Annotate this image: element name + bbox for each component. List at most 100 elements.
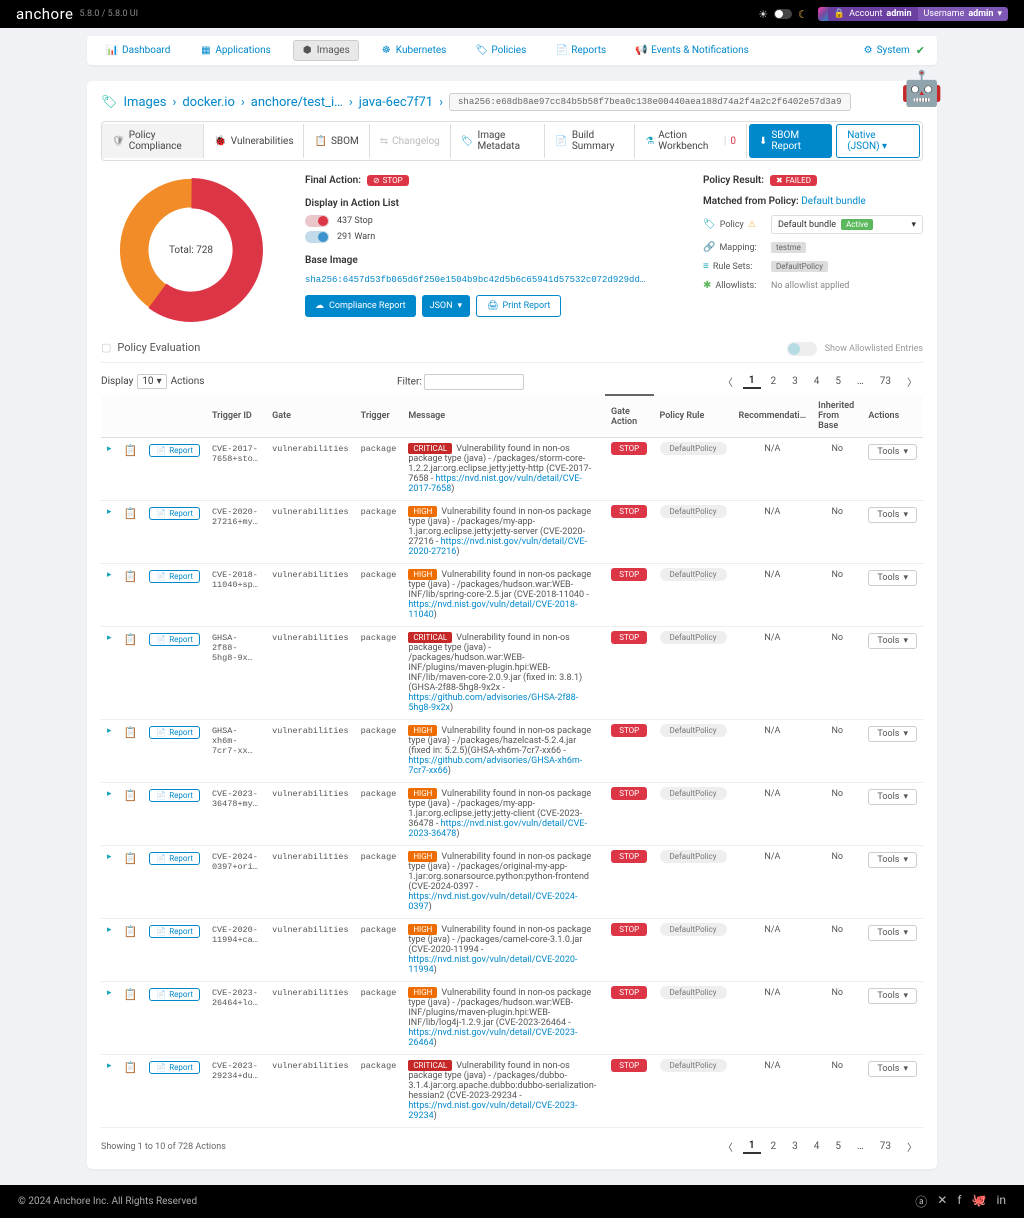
theme-switcher[interactable]: ☀ ☾ — [758, 8, 808, 21]
nav-images[interactable]: ⬢Images — [293, 40, 359, 61]
pager-page[interactable]: 1 — [743, 1139, 761, 1154]
tools-dropdown[interactable]: Tools ▾ — [868, 444, 917, 460]
row-report-button[interactable]: 📄Report — [149, 925, 200, 938]
x-icon[interactable]: ✕ — [937, 1193, 947, 1210]
col-policy-rule[interactable]: Policy Rule — [654, 395, 733, 438]
theme-toggle[interactable] — [774, 9, 792, 19]
tools-dropdown[interactable]: Tools ▾ — [868, 633, 917, 649]
nav-events[interactable]: 📢Events & Notifications — [628, 40, 757, 61]
policy-select[interactable]: Default bundleActive▾ — [771, 215, 923, 234]
tools-dropdown[interactable]: Tools ▾ — [868, 570, 917, 586]
row-report-button[interactable]: 📄Report — [149, 852, 200, 865]
pager-page[interactable]: 〉 — [901, 373, 923, 390]
pager-page[interactable]: 73 — [874, 375, 897, 388]
expand-icon[interactable]: ▸ — [107, 988, 112, 998]
cve-link[interactable]: https://github.com/advisories/GHSA-xh6m-… — [408, 756, 582, 776]
nav-applications[interactable]: ▦Applications — [192, 40, 278, 61]
expand-icon[interactable]: ▸ — [107, 507, 112, 517]
tools-dropdown[interactable]: Tools ▾ — [868, 988, 917, 1004]
pager-page[interactable]: 〈 — [717, 1138, 739, 1155]
nav-kubernetes[interactable]: ☸Kubernetes — [373, 40, 455, 61]
pager-page[interactable]: 5 — [829, 375, 847, 388]
filter-input[interactable] — [424, 374, 524, 390]
tab-metadata[interactable]: 🏷Image Metadata — [451, 124, 546, 158]
expand-icon[interactable]: ▸ — [107, 570, 112, 580]
col-trigger[interactable]: Trigger — [355, 395, 403, 438]
facebook-icon[interactable]: f — [957, 1193, 961, 1210]
tab-sbom[interactable]: 📋SBOM — [304, 124, 369, 158]
copy-icon[interactable]: 📋 — [124, 726, 138, 739]
pager-page[interactable]: 2 — [765, 375, 783, 388]
copy-icon[interactable]: 📋 — [124, 988, 138, 1001]
sbom-report-button[interactable]: ⬇SBOM Report — [749, 124, 832, 158]
pager-page[interactable]: … — [851, 375, 870, 388]
copy-icon[interactable]: 📋 — [124, 633, 138, 646]
pager-page[interactable]: 〉 — [901, 1138, 923, 1155]
tab-vulnerabilities[interactable]: 🐞Vulnerabilities — [204, 124, 304, 158]
print-report-button[interactable]: 🖨Print Report — [476, 295, 561, 317]
tools-dropdown[interactable]: Tools ▾ — [868, 789, 917, 805]
tab-policy-compliance[interactable]: 🛡Policy Compliance — [102, 124, 204, 158]
json-dropdown-button[interactable]: JSON ▾ — [422, 295, 470, 317]
col-gate-action[interactable]: Gate Action — [605, 395, 654, 438]
expand-icon[interactable]: ▸ — [107, 925, 112, 935]
row-report-button[interactable]: 📄Report — [149, 633, 200, 646]
tools-dropdown[interactable]: Tools ▾ — [868, 852, 917, 868]
tools-dropdown[interactable]: Tools ▾ — [868, 507, 917, 523]
linkedin-icon[interactable]: in — [996, 1193, 1006, 1210]
col-message[interactable]: Message — [402, 395, 605, 438]
col-gate[interactable]: Gate — [266, 395, 355, 438]
cve-link[interactable]: https://github.com/advisories/GHSA-2f88-… — [408, 693, 578, 713]
cve-link[interactable]: https://nvd.nist.gov/vuln/detail/CVE-202… — [408, 1101, 577, 1121]
cve-link[interactable]: https://nvd.nist.gov/vuln/detail/CVE-202… — [408, 1028, 577, 1048]
expand-icon[interactable]: ▸ — [107, 444, 112, 454]
pager-page[interactable]: 2 — [765, 1140, 783, 1153]
pager-page[interactable]: 3 — [786, 1140, 804, 1153]
expand-icon[interactable]: ▸ — [107, 726, 112, 736]
cve-link[interactable]: https://nvd.nist.gov/vuln/detail/CVE-202… — [408, 537, 587, 557]
crumb-images[interactable]: Images — [124, 95, 167, 110]
matched-from-link[interactable]: Default bundle — [801, 196, 866, 207]
copy-icon[interactable]: 📋 — [124, 1061, 138, 1074]
row-report-button[interactable]: 📄Report — [149, 988, 200, 1001]
copy-icon[interactable]: 📋 — [124, 925, 138, 938]
tab-action-workbench[interactable]: ⚗Action Workbench|0 — [635, 124, 747, 158]
pager-page[interactable]: … — [851, 1140, 870, 1153]
row-report-button[interactable]: 📄Report — [149, 507, 200, 520]
pager-page[interactable]: 5 — [829, 1140, 847, 1153]
pager-page[interactable]: 1 — [743, 374, 761, 389]
tab-build-summary[interactable]: 📄Build Summary — [545, 124, 635, 158]
pager-page[interactable]: 3 — [786, 375, 804, 388]
github-icon[interactable]: 🐙 — [972, 1193, 987, 1210]
toggle-warn[interactable] — [305, 231, 329, 243]
copy-icon[interactable]: 📋 — [124, 507, 138, 520]
pager-page[interactable]: 73 — [874, 1140, 897, 1153]
pager-page[interactable]: 4 — [808, 375, 826, 388]
row-report-button[interactable]: 📄Report — [149, 1061, 200, 1074]
copy-icon[interactable]: 📋 — [124, 852, 138, 865]
cve-link[interactable]: https://nvd.nist.gov/vuln/detail/CVE-202… — [408, 892, 577, 912]
toggle-stop[interactable] — [305, 215, 329, 227]
expand-icon[interactable]: ▸ — [107, 1061, 112, 1071]
row-report-button[interactable]: 📄Report — [149, 789, 200, 802]
cve-link[interactable]: https://nvd.nist.gov/vuln/detail/CVE-201… — [408, 474, 582, 494]
expand-icon[interactable]: ▸ — [107, 633, 112, 643]
pager-page[interactable]: 〈 — [717, 373, 739, 390]
nav-policies[interactable]: 🏷Policies — [468, 40, 534, 61]
page-size-select[interactable]: 10▾ — [137, 374, 166, 389]
row-report-button[interactable]: 📄Report — [149, 726, 200, 739]
copy-icon[interactable]: 📋 — [124, 789, 138, 802]
account-menu[interactable]: 🔒Account admin Username admin ▾ — [818, 7, 1008, 21]
tools-dropdown[interactable]: Tools ▾ — [868, 726, 917, 742]
row-report-button[interactable]: 📄Report — [149, 570, 200, 583]
cve-link[interactable]: https://nvd.nist.gov/vuln/detail/CVE-202… — [408, 955, 577, 975]
base-image-link[interactable]: sha256:6457d53fb065d6f250e1504b9bc42d5b6… — [305, 275, 645, 285]
col-trigger-id[interactable]: Trigger ID — [206, 395, 266, 438]
native-json-dropdown[interactable]: Native (JSON) ▾ — [836, 124, 920, 158]
col-inherited[interactable]: Inherited From Base — [812, 395, 862, 438]
crumb-tag[interactable]: java-6ec7f71 — [359, 95, 433, 110]
row-report-button[interactable]: 📄Report — [149, 444, 200, 457]
allowlisted-toggle[interactable] — [787, 342, 817, 356]
expand-icon[interactable]: ▸ — [107, 789, 112, 799]
tools-dropdown[interactable]: Tools ▾ — [868, 1061, 917, 1077]
